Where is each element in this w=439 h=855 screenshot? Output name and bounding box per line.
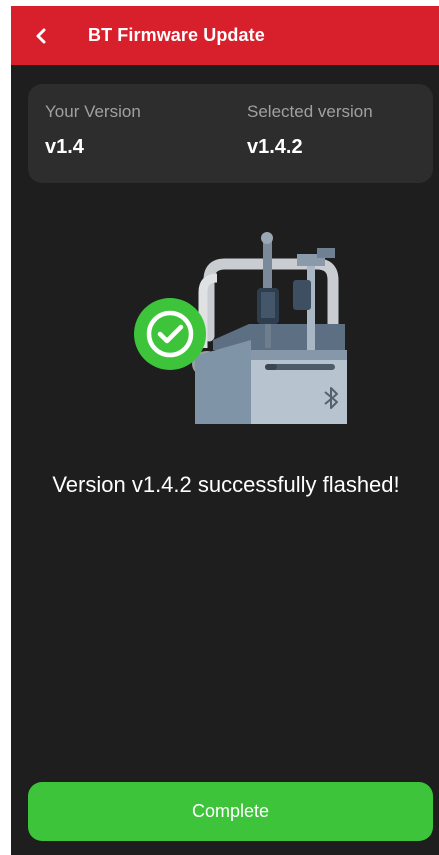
current-version-block: Your Version v1.4 bbox=[45, 102, 141, 159]
selected-version-label: Selected version bbox=[247, 102, 373, 121]
selected-version-value: v1.4.2 bbox=[247, 136, 303, 158]
success-check-icon bbox=[134, 298, 206, 370]
app-bar: BT Firmware Update bbox=[11, 6, 439, 65]
complete-button[interactable]: Complete bbox=[28, 782, 433, 841]
selected-version-block: Selected version v1.4.2 bbox=[247, 102, 373, 159]
page-title: BT Firmware Update bbox=[88, 25, 265, 45]
firmware-update-screen: BT Firmware Update Your Version v1.4 Sel… bbox=[11, 6, 439, 855]
version-card: Your Version v1.4 Selected version v1.4.… bbox=[28, 84, 433, 183]
current-version-value: v1.4 bbox=[45, 136, 84, 158]
flash-success-message: Version v1.4.2 successfully flashed! bbox=[52, 472, 400, 497]
chevron-left-icon bbox=[36, 28, 46, 44]
current-version-label: Your Version bbox=[45, 102, 141, 121]
firmware-device-illustration bbox=[121, 228, 351, 428]
back-button[interactable] bbox=[25, 20, 57, 52]
